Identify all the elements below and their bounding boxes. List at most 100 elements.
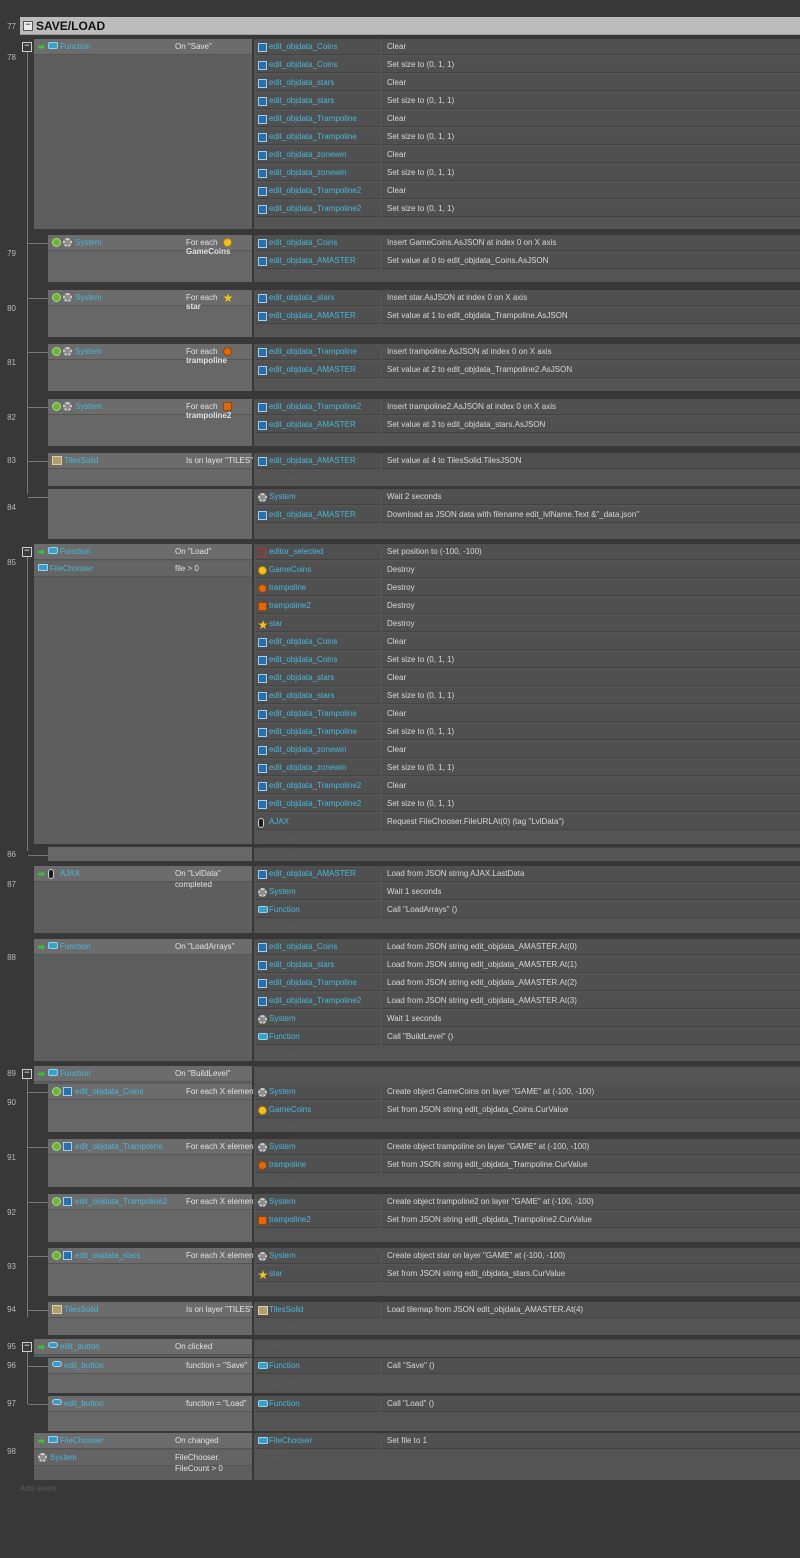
- action-object-cell[interactable]: edit_objdata_Coins: [256, 634, 380, 650]
- action-text-cell[interactable]: Call "BuildLevel" (): [382, 1029, 800, 1045]
- action-text-cell[interactable]: Load from JSON string AJAX.LastData: [382, 866, 800, 882]
- action-text-cell[interactable]: Clear: [382, 670, 800, 686]
- action-object-cell[interactable]: edit_objdata_Coins: [256, 939, 380, 955]
- action-text-cell[interactable]: Insert trampoline.AsJSON at index 0 on X…: [382, 344, 800, 360]
- action-object-cell[interactable]: edit_objdata_Coins: [256, 235, 380, 251]
- action-text-cell[interactable]: Set size to (0, 1, 1): [382, 57, 800, 73]
- collapse-toggle[interactable]: −: [22, 1342, 32, 1352]
- action-text-cell[interactable]: Set size to (0, 1, 1): [382, 93, 800, 109]
- action-object-cell[interactable]: edit_objdata_AMASTER: [256, 507, 380, 523]
- action-object-cell[interactable]: edit_objdata_zonewin: [256, 165, 380, 181]
- action-object-cell[interactable]: trampoline2: [256, 598, 380, 614]
- action-object-cell[interactable]: edit_objdata_AMASTER: [256, 417, 380, 433]
- action-text-cell[interactable]: Call "Load" (): [382, 1396, 800, 1412]
- action-object-cell[interactable]: GameCoins: [256, 1102, 380, 1118]
- action-object-cell[interactable]: System: [256, 1139, 380, 1155]
- action-object-cell[interactable]: trampoline: [256, 580, 380, 596]
- action-text-cell[interactable]: Destroy: [382, 580, 800, 596]
- action-object-cell[interactable]: edit_objdata_stars: [256, 93, 380, 109]
- action-text-cell[interactable]: Set value at 3 to edit_objdata_stars.AsJ…: [382, 417, 800, 433]
- action-text-cell[interactable]: Load from JSON string edit_objdata_AMAST…: [382, 957, 800, 973]
- action-text-cell[interactable]: Clear: [382, 742, 800, 758]
- action-object-cell[interactable]: edit_objdata_AMASTER: [256, 866, 380, 882]
- action-text-cell[interactable]: Create object trampoline2 on layer "GAME…: [382, 1194, 800, 1210]
- add-action-link[interactable]: Add action: [256, 472, 294, 485]
- action-object-cell[interactable]: edit_objdata_Trampoline: [256, 344, 380, 360]
- action-object-cell[interactable]: System: [256, 1194, 380, 1210]
- action-object-cell[interactable]: TilesSolid: [256, 1302, 380, 1318]
- action-text-cell[interactable]: Set from JSON string edit_objdata_Trampo…: [382, 1212, 800, 1228]
- action-object-cell[interactable]: Function: [256, 902, 380, 918]
- action-object-cell[interactable]: edit_objdata_Coins: [256, 57, 380, 73]
- add-action-link[interactable]: Add action: [256, 1377, 294, 1390]
- action-text-cell[interactable]: Set position to (-100, -100): [382, 544, 800, 560]
- action-object-cell[interactable]: edit_objdata_Trampoline: [256, 129, 380, 145]
- action-text-cell[interactable]: Wait 1 seconds: [382, 884, 800, 900]
- action-object-cell[interactable]: trampoline2: [256, 1212, 380, 1228]
- action-text-cell[interactable]: Insert GameCoins.AsJSON at index 0 on X …: [382, 235, 800, 251]
- condition-block[interactable]: [48, 847, 252, 861]
- action-object-cell[interactable]: edit_objdata_Trampoline: [256, 975, 380, 991]
- action-text-cell[interactable]: Clear: [382, 183, 800, 199]
- action-object-cell[interactable]: star: [256, 616, 380, 632]
- add-action-link[interactable]: Add action: [256, 848, 294, 861]
- action-text-cell[interactable]: Create object trampoline on layer "GAME"…: [382, 1139, 800, 1155]
- action-text-cell[interactable]: Wait 1 seconds: [382, 1011, 800, 1027]
- action-text-cell[interactable]: Call "Save" (): [382, 1358, 800, 1374]
- add-action-link[interactable]: Add action: [256, 921, 294, 934]
- action-text-cell[interactable]: Request FileChooser.FileURLAt(0) (tag "L…: [382, 814, 800, 830]
- action-object-cell[interactable]: System: [256, 1248, 380, 1264]
- action-text-cell[interactable]: Set size to (0, 1, 1): [382, 201, 800, 217]
- action-object-cell[interactable]: edit_objdata_zonewin: [256, 147, 380, 163]
- collapse-toggle[interactable]: −: [22, 1069, 32, 1079]
- action-object-cell[interactable]: edit_objdata_Trampoline2: [256, 183, 380, 199]
- action-object-cell[interactable]: Function: [256, 1396, 380, 1412]
- action-object-cell[interactable]: edit_objdata_Trampoline: [256, 724, 380, 740]
- action-object-cell[interactable]: edit_objdata_AMASTER: [256, 362, 380, 378]
- add-action-link[interactable]: Add action: [256, 1231, 294, 1244]
- collapse-toggle[interactable]: −: [22, 42, 32, 52]
- action-text-cell[interactable]: Load from JSON string edit_objdata_AMAST…: [382, 993, 800, 1009]
- action-text-cell[interactable]: Clear: [382, 634, 800, 650]
- action-object-cell[interactable]: System: [256, 1011, 380, 1027]
- add-action-link[interactable]: Add action: [256, 1176, 294, 1189]
- action-object-cell[interactable]: Function: [256, 1358, 380, 1374]
- action-text-cell[interactable]: Clear: [382, 111, 800, 127]
- action-text-cell[interactable]: Destroy: [382, 598, 800, 614]
- action-text-cell[interactable]: Set value at 1 to edit_objdata_Trampolin…: [382, 308, 800, 324]
- action-object-cell[interactable]: edit_objdata_Coins: [256, 39, 380, 55]
- action-object-cell[interactable]: edit_objdata_stars: [256, 688, 380, 704]
- action-text-cell[interactable]: Insert star.AsJSON at index 0 on X axis: [382, 290, 800, 306]
- action-object-cell[interactable]: trampoline: [256, 1157, 380, 1173]
- action-object-cell[interactable]: edit_objdata_AMASTER: [256, 308, 380, 324]
- action-text-cell[interactable]: Set from JSON string edit_objdata_stars.…: [382, 1266, 800, 1282]
- action-object-cell[interactable]: edit_objdata_zonewin: [256, 742, 380, 758]
- action-text-cell[interactable]: Set size to (0, 1, 1): [382, 688, 800, 704]
- action-text-cell[interactable]: Set size to (0, 1, 1): [382, 796, 800, 812]
- collapse-toggle[interactable]: −: [22, 547, 32, 557]
- action-text-cell[interactable]: Set value at 2 to edit_objdata_Trampolin…: [382, 362, 800, 378]
- add-event-link[interactable]: Add event: [20, 1484, 56, 1493]
- add-action-link[interactable]: Add action: [256, 1340, 294, 1353]
- action-object-cell[interactable]: System: [256, 884, 380, 900]
- action-object-cell[interactable]: edit_objdata_AMASTER: [256, 253, 380, 269]
- action-text-cell[interactable]: Set from JSON string edit_objdata_Coins.…: [382, 1102, 800, 1118]
- action-text-cell[interactable]: Clear: [382, 39, 800, 55]
- action-object-cell[interactable]: Function: [256, 1029, 380, 1045]
- group-header[interactable]: − SAVE/LOAD: [20, 17, 800, 35]
- action-text-cell[interactable]: Set size to (0, 1, 1): [382, 760, 800, 776]
- collapse-toggle[interactable]: −: [23, 21, 33, 31]
- action-text-cell[interactable]: Clear: [382, 706, 800, 722]
- add-action-link[interactable]: Add action: [256, 1067, 294, 1080]
- add-action-link[interactable]: Add action: [256, 1452, 294, 1465]
- action-object-cell[interactable]: edit_objdata_AMASTER: [256, 453, 380, 469]
- action-object-cell[interactable]: edit_objdata_Trampoline2: [256, 399, 380, 415]
- action-text-cell[interactable]: Download as JSON data with filename edit…: [382, 507, 800, 523]
- condition-block[interactable]: [34, 939, 252, 1061]
- action-object-cell[interactable]: edit_objdata_Trampoline2: [256, 201, 380, 217]
- action-text-cell[interactable]: Set size to (0, 1, 1): [382, 165, 800, 181]
- action-object-cell[interactable]: System: [256, 1084, 380, 1100]
- action-text-cell[interactable]: Clear: [382, 147, 800, 163]
- action-text-cell[interactable]: Create object star on layer "GAME" at (-…: [382, 1248, 800, 1264]
- action-text-cell[interactable]: Set size to (0, 1, 1): [382, 724, 800, 740]
